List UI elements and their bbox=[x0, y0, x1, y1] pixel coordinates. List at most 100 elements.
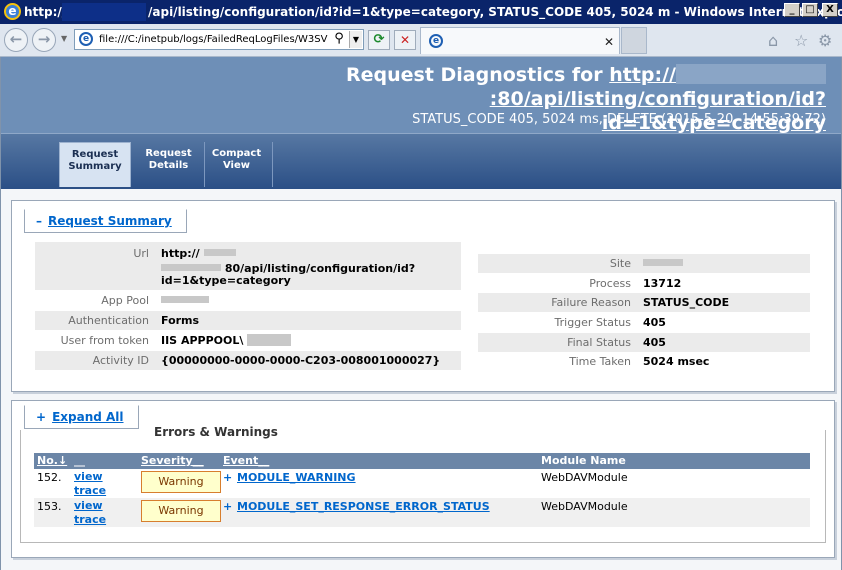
user-value: IIS APPPOOL\ bbox=[161, 334, 292, 347]
errors-title: Errors & Warnings bbox=[154, 425, 278, 439]
url-row: Url http:// 80/api/listing/configuration… bbox=[35, 242, 461, 290]
maximize-button[interactable]: □ bbox=[802, 3, 818, 17]
url-value-l3: id=1&type=category bbox=[161, 274, 291, 287]
request-summary-header[interactable]: – Request Summary bbox=[24, 209, 187, 233]
history-dropdown-icon[interactable]: ▼ bbox=[61, 34, 67, 43]
process-row: Process 13712 bbox=[478, 274, 810, 293]
title-prefix: Request Diagnostics for bbox=[345, 64, 603, 86]
page-content: Request Diagnostics for http://:80/api/l… bbox=[0, 57, 842, 570]
column-no[interactable]: No.↓ bbox=[37, 454, 67, 467]
failure-row: Failure Reason STATUS_CODE bbox=[478, 293, 810, 312]
time-value: 5024 msec bbox=[643, 355, 710, 368]
view-trace-text[interactable]: view bbox=[74, 499, 103, 512]
row-number: 152. bbox=[37, 471, 62, 484]
authentication-label: Authentication bbox=[68, 314, 149, 327]
user-label: User from token bbox=[60, 334, 149, 347]
view-trace-link[interactable]: view trace bbox=[74, 499, 106, 527]
window-title: /api/listing/configuration/id?id=1&type=… bbox=[148, 5, 842, 19]
browser-tab[interactable]: e ✕ bbox=[420, 27, 620, 54]
tab-close-icon[interactable]: ✕ bbox=[604, 35, 614, 49]
url-value-l1: http:// bbox=[161, 247, 236, 260]
redacted-bar bbox=[161, 296, 209, 303]
tab-page-icon: e bbox=[429, 34, 443, 48]
user-row: User from token IIS APPPOOL\ bbox=[35, 331, 461, 350]
favorites-star-icon[interactable]: ☆ bbox=[794, 31, 808, 50]
tab-label: View bbox=[222, 160, 250, 171]
ie-logo-icon: e bbox=[4, 3, 21, 20]
refresh-button[interactable]: ⟳ bbox=[368, 30, 390, 50]
table-row: 153. view trace Warning + MODULE_SET_RESP… bbox=[34, 498, 810, 527]
column-severity[interactable]: Severity__ bbox=[141, 454, 204, 467]
errors-warnings-panel: + Expand All Errors & Warnings No.↓ __ Se… bbox=[11, 400, 835, 558]
authentication-value: Forms bbox=[161, 314, 200, 327]
new-tab-button[interactable] bbox=[621, 27, 647, 54]
redacted-bar bbox=[161, 264, 221, 271]
minimize-button[interactable]: _ bbox=[784, 3, 800, 17]
trigger-label: Trigger Status bbox=[554, 316, 631, 329]
address-dropdown-icon[interactable]: ▼ bbox=[349, 31, 362, 48]
window-controls: _ □ X bbox=[784, 3, 838, 17]
address-text[interactable]: file:///C:/inetpub/logs/FailedReqLogFile… bbox=[99, 34, 329, 45]
tab-label: Details bbox=[148, 160, 189, 171]
severity-badge: Warning bbox=[141, 500, 221, 522]
redacted-bar bbox=[643, 259, 683, 266]
page-tab-strip: Request Summary Request Details Compact … bbox=[1, 133, 841, 189]
tab-compact-view[interactable]: Compact View bbox=[201, 142, 273, 187]
stop-button[interactable]: ✕ bbox=[394, 30, 416, 50]
tab-request-summary[interactable]: Request Summary bbox=[59, 142, 131, 187]
event-link[interactable]: MODULE_SET_RESPONSE_ERROR_STATUS bbox=[237, 500, 490, 513]
activity-row: Activity ID {00000000-0000-0000-C203-008… bbox=[35, 351, 461, 370]
window-titlebar: e http:// /api/listing/configuration/id?… bbox=[0, 0, 842, 24]
row-number: 153. bbox=[37, 500, 62, 513]
back-button[interactable]: ← bbox=[4, 28, 28, 52]
final-row: Final Status 405 bbox=[478, 333, 810, 352]
failure-label: Failure Reason bbox=[551, 296, 631, 309]
redacted-host bbox=[62, 3, 146, 21]
table-row: 152. view trace Warning + MODULE_WARNING … bbox=[34, 469, 810, 498]
app-pool-row: App Pool bbox=[35, 291, 461, 310]
search-icon[interactable]: ⚲ bbox=[331, 31, 347, 47]
redacted-bar bbox=[203, 249, 236, 256]
trigger-row: Trigger Status 405 bbox=[478, 313, 810, 332]
tab-label: Request bbox=[71, 149, 119, 160]
redacted-host bbox=[676, 64, 826, 84]
column-blank: __ bbox=[74, 454, 85, 467]
app-pool-label: App Pool bbox=[101, 294, 149, 307]
tab-label: Compact bbox=[211, 148, 262, 159]
column-module: Module Name bbox=[541, 454, 626, 467]
trigger-value: 405 bbox=[643, 316, 666, 329]
authentication-row: Authentication Forms bbox=[35, 311, 461, 330]
gear-icon[interactable]: ⚙ bbox=[818, 31, 832, 50]
request-summary-link[interactable]: Request Summary bbox=[48, 214, 172, 228]
expand-row-icon[interactable]: + bbox=[223, 500, 232, 513]
process-label: Process bbox=[589, 277, 631, 290]
expand-all-link[interactable]: Expand All bbox=[52, 410, 123, 424]
view-trace-text[interactable]: trace bbox=[74, 484, 106, 497]
column-event[interactable]: Event__ bbox=[223, 454, 269, 467]
final-value: 405 bbox=[643, 336, 666, 349]
tab-label: Summary bbox=[68, 161, 122, 172]
address-bar[interactable]: e file:///C:/inetpub/logs/FailedReqLogFi… bbox=[74, 29, 364, 50]
close-button[interactable]: X bbox=[822, 3, 838, 17]
forward-button[interactable]: → bbox=[32, 28, 56, 52]
window-title-prefix: http:// bbox=[24, 5, 67, 19]
expand-all-header[interactable]: + Expand All bbox=[24, 405, 139, 429]
url-part-1: http:// bbox=[609, 64, 676, 86]
url-scheme: http:// bbox=[161, 247, 200, 260]
collapse-icon[interactable]: – bbox=[36, 214, 42, 228]
view-trace-link[interactable]: view trace bbox=[74, 470, 106, 498]
user-text: IIS APPPOOL\ bbox=[161, 334, 244, 347]
expand-row-icon[interactable]: + bbox=[223, 471, 232, 484]
view-trace-text[interactable]: trace bbox=[74, 513, 106, 526]
view-trace-text[interactable]: view bbox=[74, 470, 103, 483]
time-label: Time Taken bbox=[569, 355, 631, 368]
page-header: Request Diagnostics for http://:80/api/l… bbox=[1, 57, 841, 134]
module-name: WebDAVModule bbox=[541, 471, 628, 484]
home-icon[interactable]: ⌂ bbox=[768, 31, 778, 50]
expand-icon[interactable]: + bbox=[36, 410, 46, 424]
request-summary-panel: – Request Summary Url http:// 80/api/list… bbox=[11, 200, 835, 392]
tab-request-details[interactable]: Request Details bbox=[133, 142, 205, 187]
browser-navbar: ← → ▼ e file:///C:/inetpub/logs/FailedRe… bbox=[0, 24, 842, 57]
activity-label: Activity ID bbox=[92, 354, 149, 367]
event-link[interactable]: MODULE_WARNING bbox=[237, 471, 356, 484]
